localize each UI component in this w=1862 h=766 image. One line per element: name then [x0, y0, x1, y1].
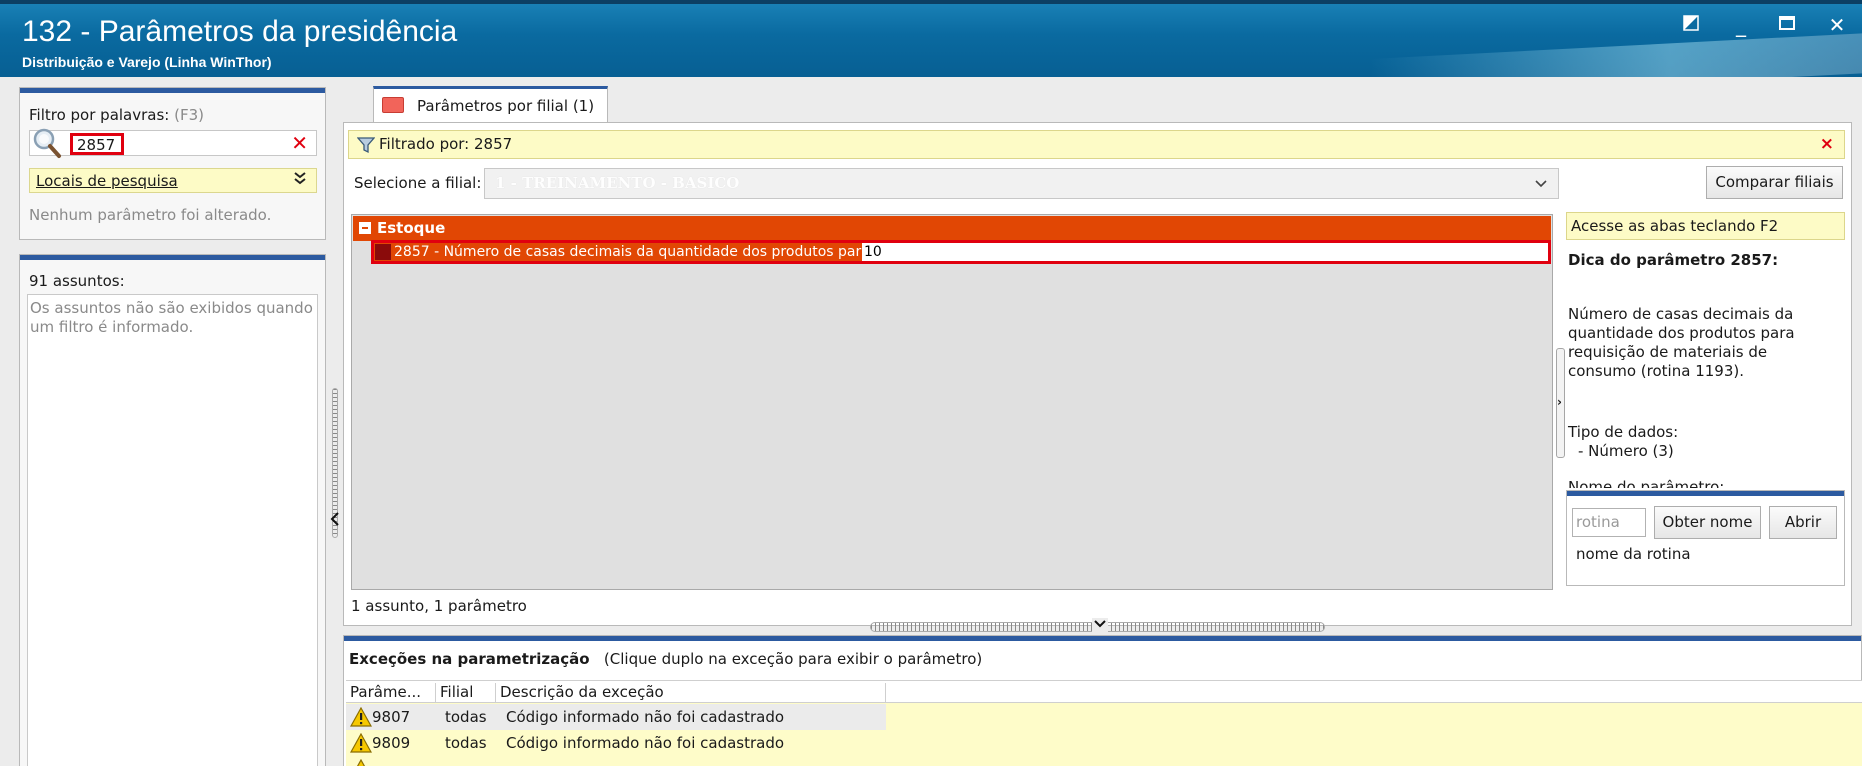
tipo-value: - Número (3): [1578, 442, 1674, 460]
remove-filter-icon[interactable]: ×: [1820, 134, 1834, 154]
warning-icon: [350, 707, 372, 727]
table-row[interactable]: [346, 756, 886, 766]
minimize-icon[interactable]: _: [1730, 14, 1752, 36]
tab-label-text: Parâmetros por filial: [417, 97, 569, 115]
filter-label-text: Filtro por palavras:: [29, 106, 170, 124]
exceptions-table: Parâme... Filial Descrição da exceção 98…: [346, 680, 1862, 766]
filter-label: Filtro por palavras: (F3): [29, 106, 204, 124]
filter-panel: Filtro por palavras: (F3) 2857 ✕ Locais …: [19, 87, 326, 240]
filial-select[interactable]: 1 - TREINAMENTO - BASICO: [484, 168, 1559, 199]
funnel-icon: [356, 136, 376, 158]
group-row-estoque[interactable]: Estoque: [353, 216, 1551, 241]
panel-header-bar: [20, 88, 325, 93]
exceptions-title: Exceções na parametrização (Clique duplo…: [349, 650, 982, 668]
row-param: 9809: [372, 734, 411, 752]
assuntos-message: Os assuntos não são exibidos quando um f…: [30, 299, 313, 336]
table-row[interactable]: 9809 todas Código informado não foi cada…: [346, 730, 886, 756]
abrir-button[interactable]: Abrir: [1769, 506, 1837, 539]
filtered-by-bar: Filtrado por: 2857 ×: [348, 130, 1845, 159]
exceptions-panel: Exceções na parametrização (Clique duplo…: [343, 635, 1862, 766]
rotina-panel: rotina Obter nome Abrir nome da rotina: [1566, 490, 1845, 586]
row-marker: [375, 244, 391, 260]
collapse-down-icon[interactable]: [1092, 618, 1108, 633]
double-chevron-down-icon[interactable]: [294, 171, 306, 189]
magnifier-icon: [32, 127, 62, 159]
parameter-value-input[interactable]: 10: [862, 243, 1548, 261]
parameter-grid: Estoque 2857 - Número de casas decimais …: [351, 214, 1553, 590]
exceptions-title-text: Exceções na parametrização: [349, 650, 590, 668]
search-box[interactable]: 2857 ✕: [29, 127, 317, 159]
warning-icon: [350, 733, 372, 753]
title-bar-top-line: [0, 0, 1862, 4]
obter-nome-button[interactable]: Obter nome: [1654, 506, 1761, 539]
filter-shortcut: (F3): [174, 106, 205, 124]
assuntos-panel: 91 assuntos: Os assuntos não são exibido…: [19, 254, 326, 766]
panel-header-bar: [1567, 491, 1844, 496]
parameter-label: 2857 - Número de casas decimais da quant…: [394, 244, 864, 260]
filtered-by-text: Filtrado por: 2857: [379, 135, 513, 153]
filial-label: Selecione a filial:: [354, 174, 482, 192]
chevron-right-icon: ›: [1557, 395, 1562, 409]
title-bar-decoration: [1370, 32, 1862, 77]
column-parametro[interactable]: Parâme...: [346, 683, 436, 703]
locais-label: Locais de pesquisa: [36, 172, 178, 190]
tab-label: Parâmetros por filial (1): [417, 97, 594, 115]
tipo-label: Tipo de dados:: [1568, 423, 1679, 441]
panel-header-bar: [344, 636, 1861, 641]
parameter-row[interactable]: 2857 - Número de casas decimais da quant…: [371, 240, 1551, 264]
close-icon[interactable]: ✕: [1826, 14, 1848, 36]
table-row[interactable]: 9807 todas Código informado não foi cada…: [346, 704, 886, 730]
dica-description: Número de casas decimais da quantidade d…: [1568, 305, 1795, 380]
window-title: 132 - Parâmetros da presidência: [22, 15, 458, 48]
row-filial: todas: [445, 734, 487, 752]
locais-de-pesquisa-dropdown[interactable]: Locais de pesquisa: [29, 168, 317, 193]
search-input[interactable]: 2857: [70, 133, 124, 155]
rotina-input[interactable]: rotina: [1572, 508, 1646, 537]
row-filial: todas: [445, 708, 487, 726]
side-panel-toggle[interactable]: ›: [1556, 348, 1565, 458]
group-label: Estoque: [377, 219, 446, 237]
column-descricao[interactable]: Descrição da exceção: [496, 683, 886, 703]
restore-icon[interactable]: [1682, 14, 1704, 36]
row-param: 9807: [372, 708, 411, 726]
warning-icon: [356, 759, 366, 766]
window-subtitle: Distribuição e Varejo (Linha WinThor): [22, 54, 272, 70]
collapse-left-icon[interactable]: [330, 512, 340, 530]
clear-search-icon[interactable]: ✕: [291, 131, 308, 155]
tab-parametros-por-filial[interactable]: Parâmetros por filial (1): [373, 86, 608, 122]
compare-filiais-button[interactable]: Comparar filiais: [1706, 166, 1843, 199]
filial-value: 1 - TREINAMENTO - BASICO: [495, 174, 740, 192]
row-desc: Código informado não foi cadastrado: [506, 708, 785, 726]
assuntos-list[interactable]: Os assuntos não são exibidos quando um f…: [27, 294, 318, 766]
access-hint: Acesse as abas teclando F2: [1566, 212, 1845, 240]
folder-icon: [382, 97, 404, 113]
maximize-icon[interactable]: [1778, 14, 1800, 36]
exceptions-subtitle: (Clique duplo na exceção para exibir o p…: [603, 650, 983, 668]
dica-tipo: Tipo de dados: - Número (3): [1568, 423, 1678, 461]
column-filial[interactable]: Filial: [436, 683, 496, 703]
rotina-name-label: nome da rotina: [1576, 545, 1691, 563]
assuntos-count: 91 assuntos:: [29, 272, 125, 290]
tab-count: (1): [572, 97, 595, 115]
title-bar: 132 - Parâmetros da presidência Distribu…: [0, 0, 1862, 77]
dica-title: Dica do parâmetro 2857:: [1568, 251, 1779, 269]
window-controls: _ ✕: [1682, 14, 1848, 36]
panel-header-bar: [20, 255, 325, 260]
status-count: 1 assunto, 1 parâmetro: [351, 597, 527, 615]
chevron-down-icon[interactable]: [1534, 176, 1548, 190]
row-desc: Código informado não foi cadastrado: [506, 734, 785, 752]
no-change-message: Nenhum parâmetro foi alterado.: [29, 206, 272, 224]
dica-truncated-text: Nome do parâmetro:: [1568, 478, 1725, 488]
exceptions-header: Parâme... Filial Descrição da exceção: [346, 680, 1862, 703]
collapse-group-icon[interactable]: [359, 222, 371, 234]
